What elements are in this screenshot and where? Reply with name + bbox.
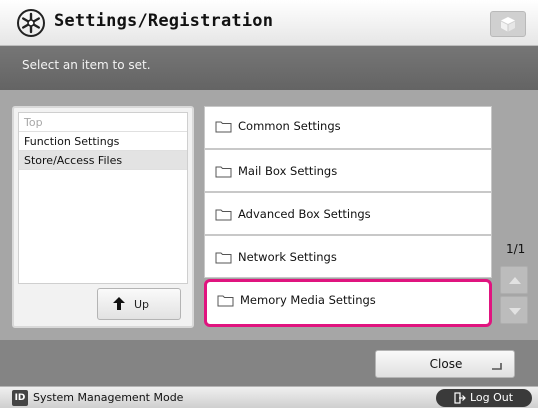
- folder-icon: [215, 166, 232, 178]
- page-title: Settings/Registration: [54, 11, 274, 31]
- folder-icon: [215, 209, 232, 221]
- tree-item-function-settings[interactable]: Function Settings: [19, 132, 187, 151]
- cube-icon: [501, 17, 515, 32]
- list-item-memory-media-settings[interactable]: Memory Media Settings: [204, 279, 492, 327]
- list-item-label: Memory Media Settings: [240, 293, 376, 307]
- page-indicator: 1/1: [506, 242, 526, 256]
- cube-button[interactable]: [490, 11, 526, 37]
- tree-item-top[interactable]: Top: [19, 113, 187, 132]
- settings-gear-icon: [17, 9, 45, 37]
- log-out-button[interactable]: Log Out: [436, 389, 532, 407]
- folder-icon: [215, 252, 232, 264]
- list-item-label: Mail Box Settings: [238, 164, 338, 178]
- content-area: Top Function Settings Store/Access Files…: [0, 90, 538, 340]
- up-button[interactable]: Up: [97, 288, 181, 320]
- list-item-label: Advanced Box Settings: [238, 207, 371, 221]
- message-bar: Select an item to set.: [0, 46, 538, 90]
- list-item-mail-box-settings[interactable]: Mail Box Settings: [204, 149, 492, 192]
- scroll-up-button[interactable]: [500, 266, 528, 294]
- system-mode-text: System Management Mode: [33, 391, 184, 404]
- list-item-advanced-box-settings[interactable]: Advanced Box Settings: [204, 192, 492, 235]
- action-bar: Close: [0, 340, 538, 386]
- status-bar: ID System Management Mode Log Out: [0, 386, 538, 408]
- list-item-label: Network Settings: [238, 250, 337, 264]
- list-item-common-settings[interactable]: Common Settings: [204, 106, 492, 149]
- settings-list: Common Settings Mail Box Settings Advanc…: [204, 106, 492, 332]
- scroll-down-button[interactable]: [500, 296, 528, 324]
- log-out-icon: [454, 392, 466, 404]
- id-icon: ID: [12, 390, 28, 406]
- instruction-text: Select an item to set.: [22, 58, 151, 72]
- folder-icon: [215, 121, 232, 133]
- up-arrow-icon: [113, 297, 125, 310]
- tree-item-store-access-files[interactable]: Store/Access Files: [19, 151, 187, 170]
- title-bar: Settings/Registration: [0, 0, 538, 46]
- folder-icon: [217, 295, 234, 307]
- arrow-up-icon: [509, 277, 521, 284]
- list-item-network-settings[interactable]: Network Settings: [204, 235, 492, 278]
- arrow-down-icon: [509, 308, 521, 315]
- log-out-label: Log Out: [470, 391, 514, 404]
- close-button[interactable]: Close: [375, 350, 515, 378]
- navigation-panel: Top Function Settings Store/Access Files…: [12, 106, 194, 328]
- list-item-label: Common Settings: [238, 119, 341, 133]
- up-button-label: Up: [134, 298, 150, 311]
- corner-arrow-icon: [492, 363, 502, 370]
- menu-tree: Top Function Settings Store/Access Files: [18, 112, 188, 284]
